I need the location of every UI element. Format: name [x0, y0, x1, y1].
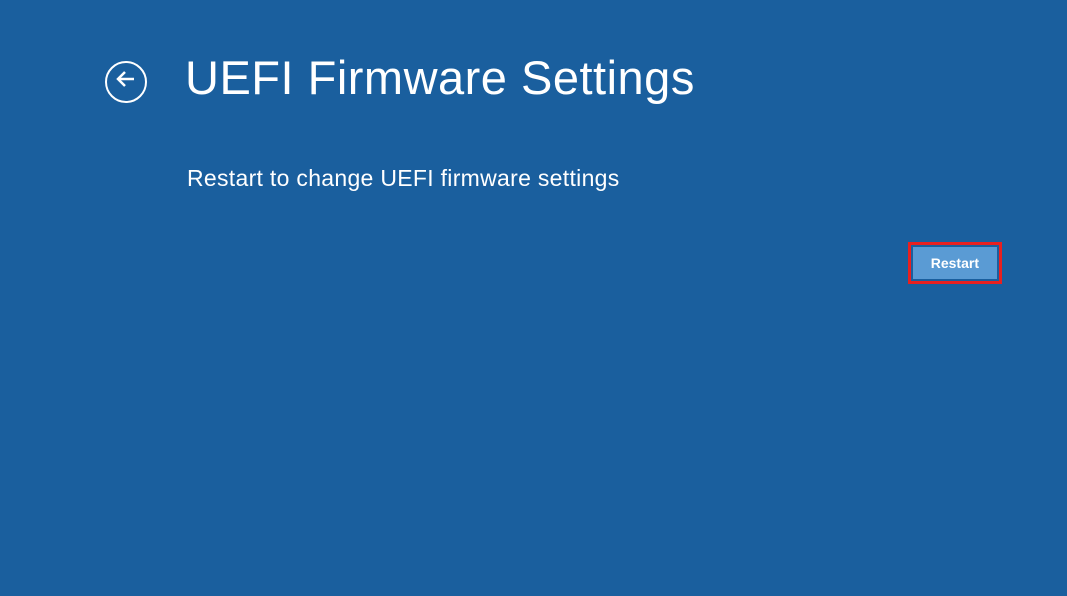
- back-button[interactable]: [105, 61, 147, 103]
- page-title: UEFI Firmware Settings: [185, 50, 695, 105]
- restart-button[interactable]: Restart: [913, 247, 997, 279]
- description-text: Restart to change UEFI firmware settings: [0, 105, 1067, 192]
- arrow-left-icon: [114, 67, 138, 96]
- header: UEFI Firmware Settings: [0, 0, 1067, 105]
- button-container: Restart: [913, 247, 997, 279]
